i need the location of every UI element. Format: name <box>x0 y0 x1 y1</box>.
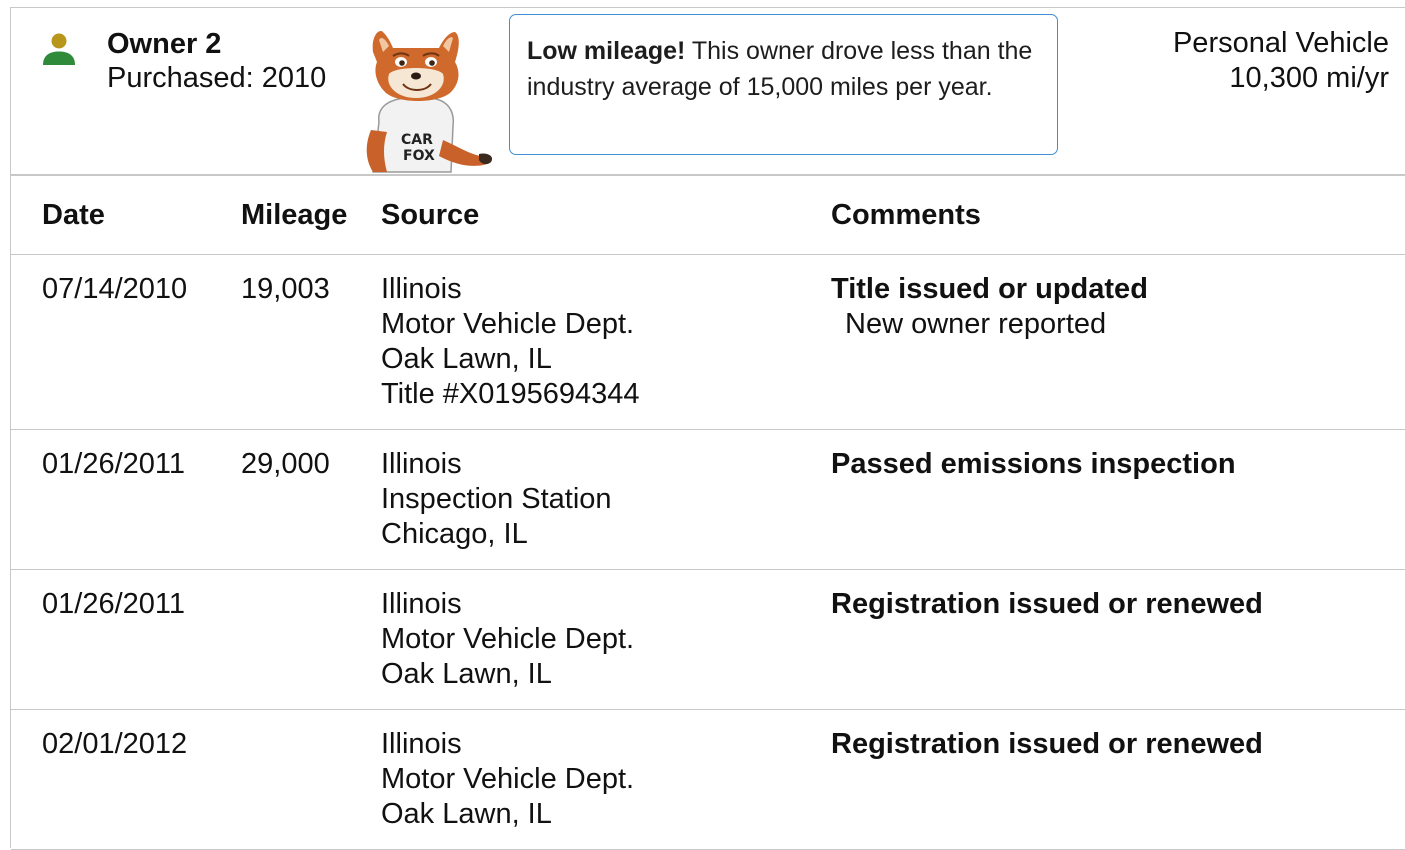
vehicle-use-summary: Personal Vehicle 10,300 mi/yr <box>1173 26 1389 96</box>
row-date: 01/26/2011 <box>11 569 241 710</box>
row-source: Illinois Motor Vehicle Dept. Oak Lawn, I… <box>381 569 831 710</box>
source-line: Illinois <box>381 728 462 760</box>
history-table: Date Mileage Source Comments 07/14/2010 … <box>11 174 1405 850</box>
source-line: Illinois <box>381 273 462 305</box>
comment-title: Registration issued or renewed <box>831 588 1263 620</box>
owner-history-section: Owner 2 Purchased: 2010 CAR FOX Low mile… <box>10 7 1405 850</box>
row-date: 02/01/2012 <box>11 709 241 850</box>
mascot-shirt-text-2: FOX <box>403 148 435 164</box>
comment-title: Registration issued or renewed <box>831 728 1263 760</box>
row-source: Illinois Motor Vehicle Dept. Oak Lawn, I… <box>381 709 831 850</box>
source-line: Chicago, IL <box>381 518 528 550</box>
row-mileage <box>241 569 381 710</box>
person-icon <box>43 33 75 65</box>
vehicle-mileage-rate: 10,300 mi/yr <box>1229 62 1389 94</box>
row-source: Illinois Inspection Station Chicago, IL <box>381 429 831 570</box>
source-line: Oak Lawn, IL <box>381 343 552 375</box>
source-line: Motor Vehicle Dept. <box>381 308 635 340</box>
column-header-mileage: Mileage <box>241 174 381 255</box>
source-line: Illinois <box>381 588 462 620</box>
row-date: 01/26/2011 <box>11 429 241 570</box>
source-line: Motor Vehicle Dept. <box>381 763 635 795</box>
table-row: 02/01/2012 Illinois Motor Vehicle Dept. … <box>11 709 1405 850</box>
table-header-row: Date Mileage Source Comments <box>11 174 1405 255</box>
tip-heading: Low mileage! <box>527 37 686 65</box>
table-row: 07/14/2010 19,003 Illinois Motor Vehicle… <box>11 254 1405 430</box>
owner-name: Owner 2 <box>107 28 222 60</box>
row-comments: Registration issued or renewed <box>831 709 1405 850</box>
row-comments: Title issued or updated New owner report… <box>831 254 1405 430</box>
comment-title: Title issued or updated <box>831 273 1148 305</box>
column-header-comments: Comments <box>831 174 1405 255</box>
source-line: Title #X0195694344 <box>381 378 640 410</box>
carfox-mascot-icon: CAR FOX <box>366 30 493 173</box>
row-comments: Registration issued or renewed <box>831 569 1405 710</box>
source-line: Motor Vehicle Dept. <box>381 623 635 655</box>
mascot-shirt-text-1: CAR <box>401 132 433 148</box>
source-line: Inspection Station <box>381 483 612 515</box>
row-source: Illinois Motor Vehicle Dept. Oak Lawn, I… <box>381 254 831 430</box>
source-line: Oak Lawn, IL <box>381 658 552 690</box>
row-mileage: 29,000 <box>241 429 381 570</box>
row-date: 07/14/2010 <box>11 254 241 430</box>
column-header-date: Date <box>11 174 241 255</box>
column-header-source: Source <box>381 174 831 255</box>
low-mileage-tip: Low mileage! This owner drove less than … <box>509 14 1058 155</box>
owner-header: Owner 2 Purchased: 2010 CAR FOX Low mile… <box>11 8 1405 174</box>
comment-detail: New owner reported <box>845 308 1107 340</box>
row-mileage: 19,003 <box>241 254 381 430</box>
comment-title: Passed emissions inspection <box>831 448 1236 480</box>
source-line: Illinois <box>381 448 462 480</box>
table-row: 01/26/2011 29,000 Illinois Inspection St… <box>11 429 1405 570</box>
owner-purchased-year: Purchased: 2010 <box>107 62 327 94</box>
row-mileage <box>241 709 381 850</box>
table-row: 01/26/2011 Illinois Motor Vehicle Dept. … <box>11 569 1405 710</box>
row-comments: Passed emissions inspection <box>831 429 1405 570</box>
source-line: Oak Lawn, IL <box>381 798 552 830</box>
vehicle-type: Personal Vehicle <box>1172 27 1389 59</box>
